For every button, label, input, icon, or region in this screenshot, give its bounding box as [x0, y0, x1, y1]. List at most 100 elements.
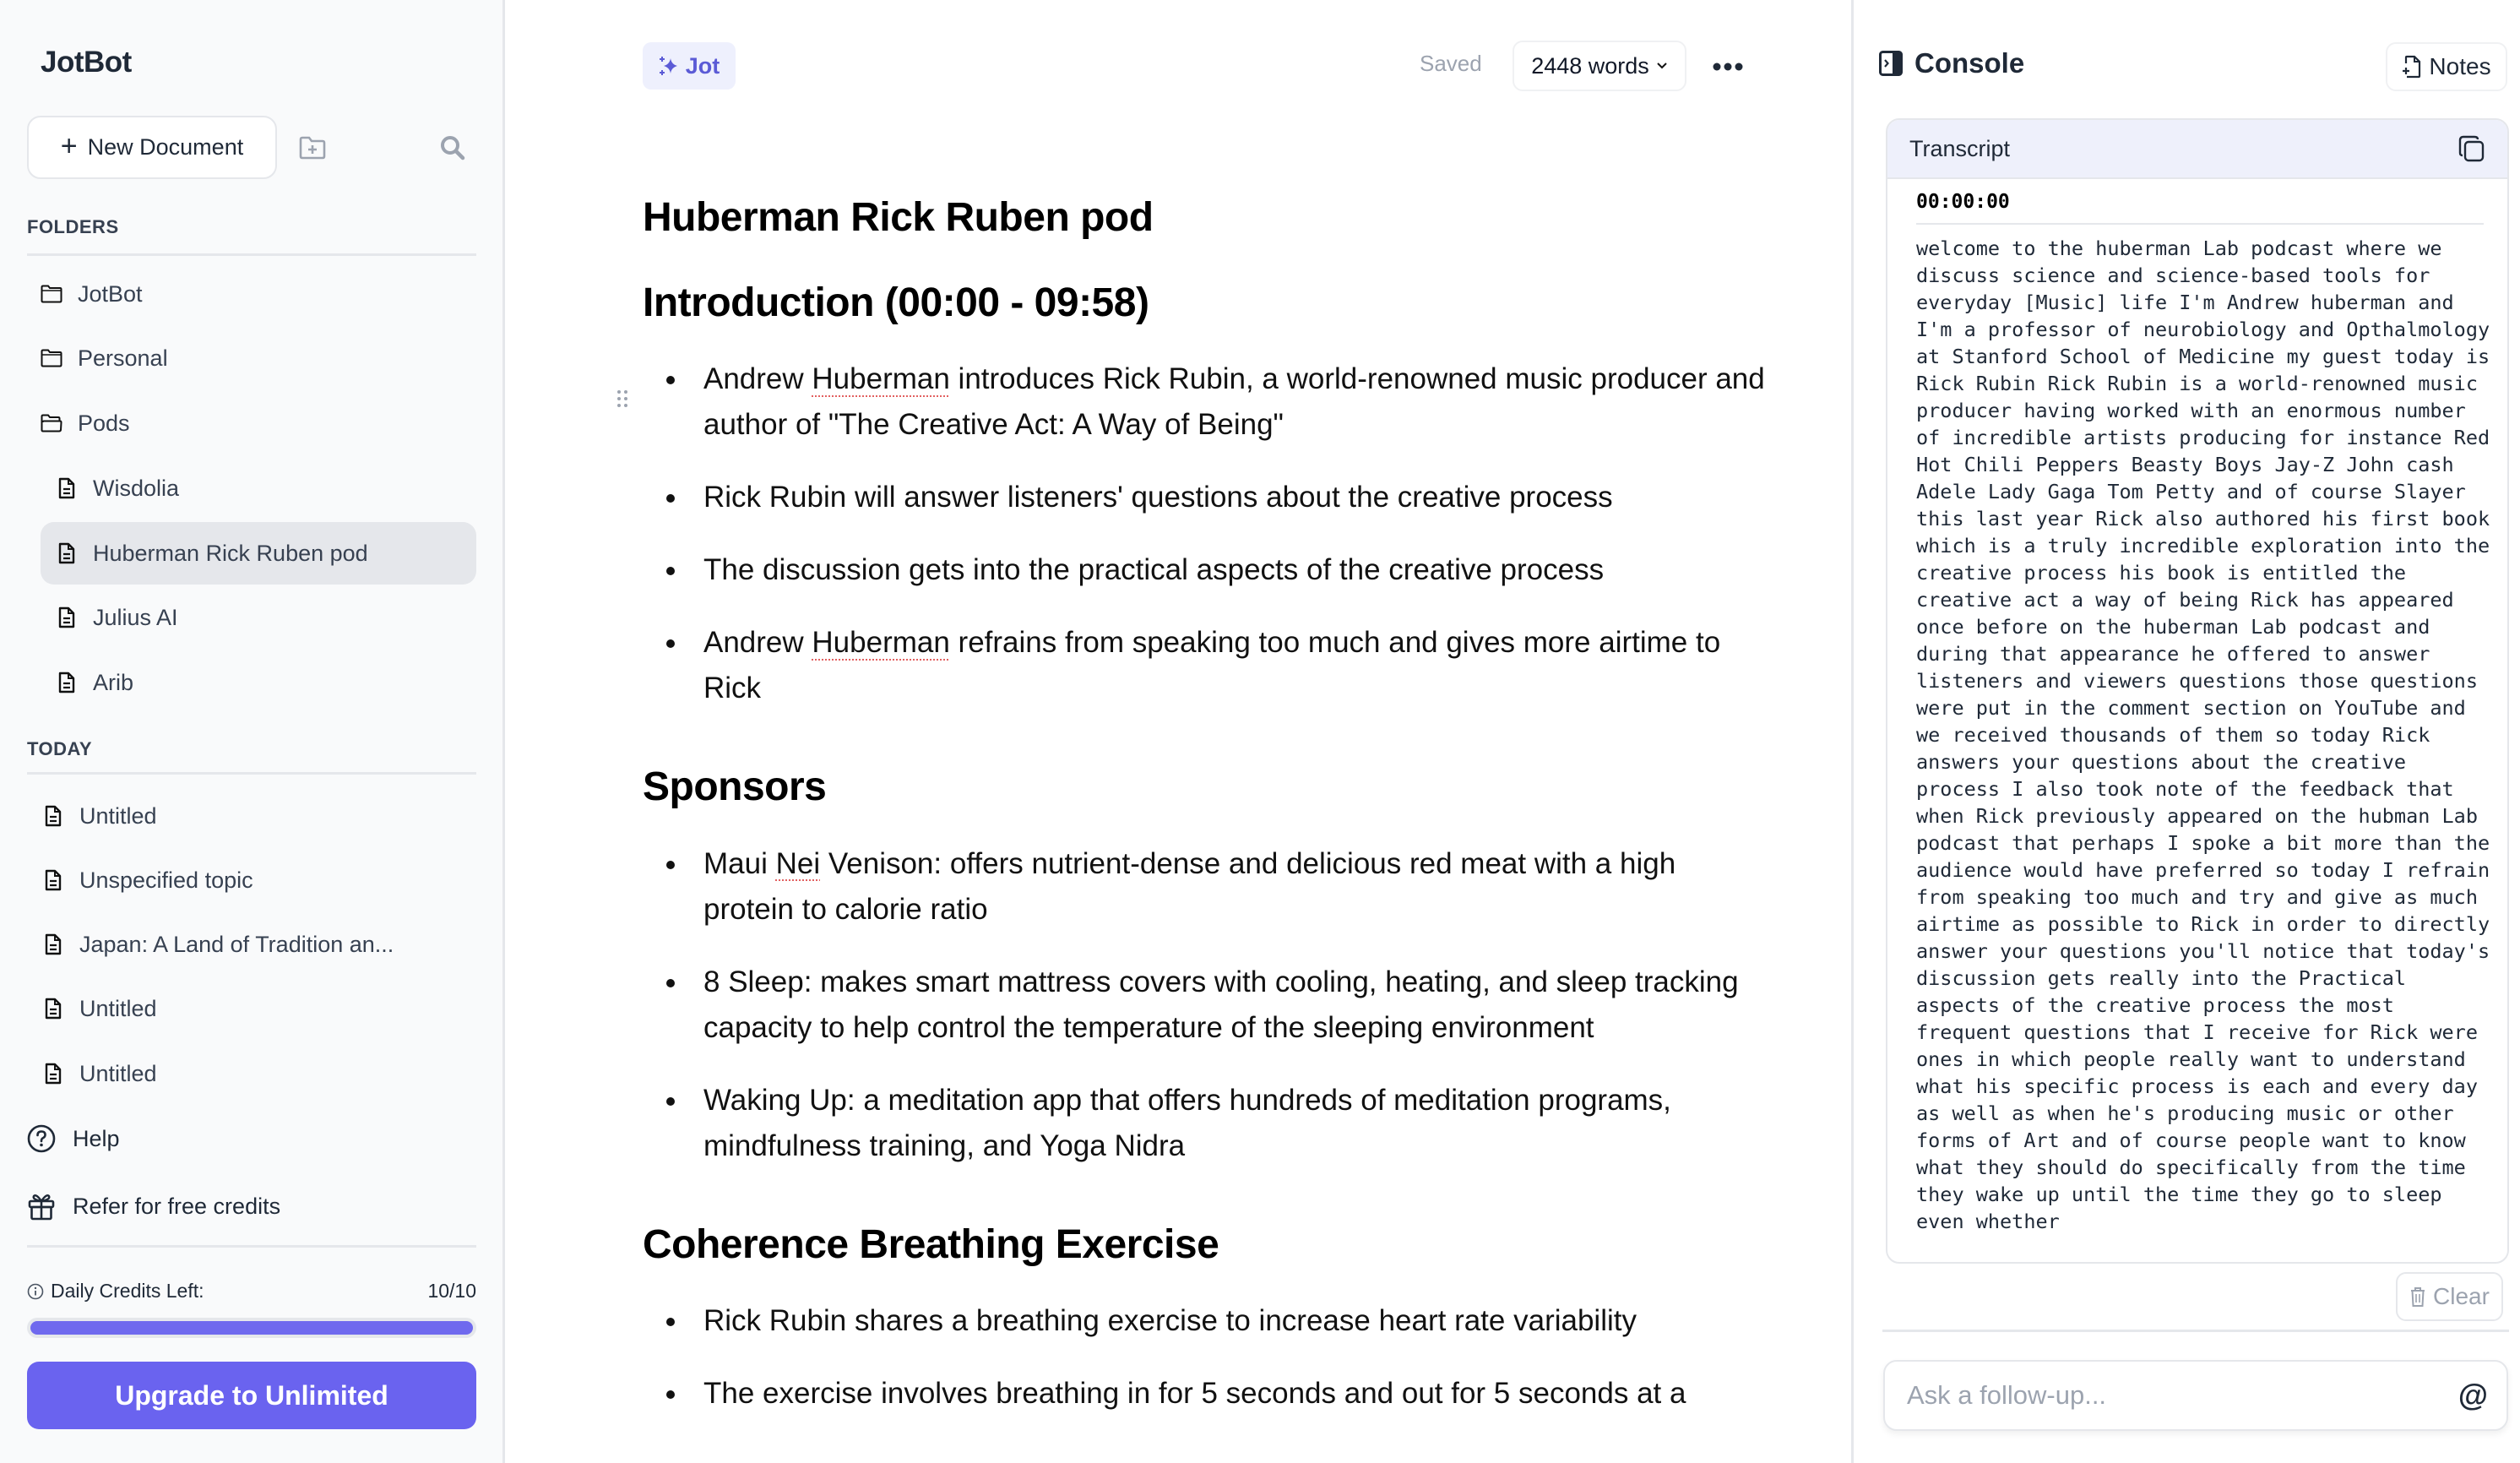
folder-item-personal[interactable]: Personal — [39, 327, 475, 389]
clear-label: Clear — [2433, 1283, 2490, 1309]
follow-up-box: @ — [1883, 1360, 2508, 1431]
misspelled-word[interactable]: Nei — [776, 847, 821, 880]
clear-button[interactable]: Clear — [2396, 1272, 2503, 1321]
credits-divider — [27, 1245, 476, 1248]
refer-label: Refer for free credits — [73, 1193, 281, 1219]
new-document-label: New Document — [87, 134, 244, 160]
editor: Jot Saved 2448 words Huberman Rick Ruben… — [508, 0, 1851, 1463]
folder-plus-icon — [299, 136, 326, 160]
console-header: Console — [1879, 47, 2024, 79]
document-label: Julius AI — [93, 604, 178, 630]
document-title: Huberman Rick Ruben pod — [643, 195, 1154, 240]
document-label: Japan: A Land of Tradition an... — [79, 931, 394, 957]
misspelled-word[interactable]: Huberman — [812, 362, 949, 395]
transcript-header: Transcript — [1887, 120, 2507, 179]
chevron-down-icon — [1657, 63, 1667, 69]
console-panel: Console Notes Transcript 00:00:00 welcom… — [1851, 0, 2520, 1463]
transcript-label: Transcript — [1909, 135, 2011, 161]
copy-icon — [2458, 135, 2485, 162]
bullet-list: Andrew Huberman introduces Rick Rubin, a… — [643, 356, 1766, 711]
plus-icon: + — [60, 130, 78, 162]
daily-credits: Daily Credits Left: 10/10 — [27, 1280, 476, 1303]
bullet-item: Andrew Huberman introduces Rick Rubin, a… — [643, 356, 1766, 448]
help-link[interactable]: Help — [27, 1107, 463, 1170]
document-item-julius-ai[interactable]: Julius AI — [41, 586, 476, 649]
bullet-item: The discussion gets into the practical a… — [643, 547, 1766, 593]
document-label: Arib — [93, 669, 134, 695]
bullet-item: 8 Sleep: makes smart mattress covers wit… — [643, 960, 1766, 1051]
drag-handle-icon[interactable] — [616, 389, 629, 409]
folder-open-icon — [41, 414, 62, 432]
misspelled-word[interactable]: Huberman — [812, 626, 949, 659]
recent-document-item[interactable]: Japan: A Land of Tradition an... — [41, 913, 476, 976]
document-icon — [58, 672, 75, 693]
recent-document-item[interactable]: Untitled — [41, 977, 476, 1040]
folder-item-jotbot[interactable]: JotBot — [39, 263, 475, 325]
document-icon — [45, 805, 62, 827]
recent-document-item[interactable]: Untitled — [41, 785, 476, 847]
bullet-item: The exercise involves breathing in for 5… — [643, 1371, 1766, 1417]
follow-up-input[interactable] — [1907, 1380, 2458, 1411]
new-document-button[interactable]: + New Document — [27, 116, 277, 179]
recent-document-item[interactable]: Untitled — [41, 1042, 476, 1105]
folder-item-pods[interactable]: Pods — [39, 392, 475, 454]
bullet-item: Maui Nei Venison: offers nutrient-dense … — [643, 841, 1766, 933]
document-item-huberman-rick-ruben-pod[interactable]: Huberman Rick Ruben pod — [41, 522, 476, 585]
search-button[interactable] — [432, 128, 473, 168]
document-item-arib[interactable]: Arib — [41, 651, 476, 714]
document-content[interactable]: Huberman Rick Ruben pod Introduction (00… — [643, 194, 1766, 1444]
new-folder-button[interactable] — [292, 128, 333, 168]
console-divider — [1882, 1330, 2509, 1332]
search-icon — [441, 136, 465, 160]
credits-value: 10/10 — [427, 1280, 476, 1302]
transcript-text[interactable]: welcome to the huberman Lab podcast wher… — [1916, 235, 2496, 1257]
document-icon — [45, 869, 62, 891]
credits-progress-fill — [30, 1321, 473, 1335]
folder-icon — [41, 285, 62, 303]
document-label: Untitled — [79, 1060, 157, 1086]
bullet-item: Rick Rubin shares a breathing exercise t… — [643, 1298, 1766, 1344]
today-divider — [27, 772, 476, 775]
document-icon — [58, 606, 75, 628]
jot-button[interactable]: Jot — [643, 42, 736, 90]
document-label: Huberman Rick Ruben pod — [93, 540, 368, 566]
document-label: Untitled — [79, 802, 157, 829]
notes-label: Notes — [2429, 53, 2491, 79]
credits-progress-bar — [27, 1318, 476, 1338]
section-heading: Introduction (00:00 - 09:58) — [643, 280, 1149, 326]
word-count-label: 2448 words — [1531, 52, 1649, 79]
console-title: Console — [1914, 47, 2025, 79]
info-icon — [27, 1283, 44, 1299]
refer-link[interactable]: Refer for free credits — [27, 1175, 463, 1237]
trash-icon — [2411, 1287, 2425, 1307]
section-heading: Coherence Breathing Exercise — [643, 1221, 1219, 1267]
panel-toggle-icon[interactable] — [1879, 51, 1903, 76]
bullet-list: Maui Nei Venison: offers nutrient-dense … — [643, 841, 1766, 1169]
document-icon — [58, 477, 75, 499]
word-count-dropdown[interactable]: 2448 words — [1513, 41, 1686, 91]
document-label: Wisdolia — [93, 475, 180, 501]
document-item-wisdolia[interactable]: Wisdolia — [41, 457, 476, 519]
bullet-item: Rick Rubin will answer listeners' questi… — [643, 475, 1766, 520]
transcript-card: Transcript 00:00:00 welcome to the huber… — [1886, 118, 2509, 1264]
bullet-item: Waking Up: a meditation app that offers … — [643, 1078, 1766, 1169]
folder-label: Pods — [78, 410, 130, 436]
app-logo: JotBot — [41, 46, 132, 79]
credits-label: Daily Credits Left: — [51, 1280, 204, 1302]
more-options-button[interactable] — [1707, 46, 1749, 88]
document-label: Untitled — [79, 995, 157, 1021]
mention-button[interactable]: @ — [2458, 1378, 2488, 1413]
notes-button[interactable]: Notes — [2386, 42, 2507, 91]
bullet-list: Rick Rubin shares a breathing exercise t… — [643, 1298, 1766, 1417]
gift-icon — [28, 1194, 55, 1221]
save-status: Saved — [1420, 51, 1482, 76]
today-heading: TODAY — [27, 738, 93, 759]
copy-transcript-button[interactable] — [2455, 132, 2489, 166]
document-label: Unspecified topic — [79, 867, 253, 893]
sparkle-icon — [659, 57, 677, 75]
folder-icon — [41, 349, 62, 367]
recent-document-item[interactable]: Unspecified topic — [41, 849, 476, 911]
help-label: Help — [73, 1125, 120, 1151]
section-heading: Sponsors — [643, 764, 827, 810]
upgrade-button[interactable]: Upgrade to Unlimited — [27, 1362, 476, 1429]
